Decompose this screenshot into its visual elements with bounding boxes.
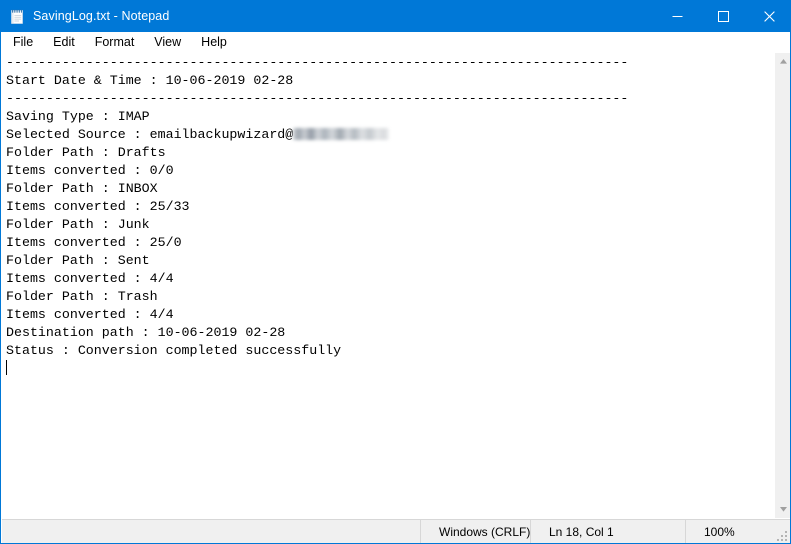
editor-line: Start Date & Time : 10-06-2019 02-28 — [6, 73, 294, 88]
status-cursor-position: Ln 18, Col 1 — [530, 520, 685, 543]
scroll-up-arrow-icon[interactable] — [775, 53, 790, 70]
menu-item-view[interactable]: View — [145, 33, 190, 53]
text-caret — [6, 360, 7, 375]
editor-line: Folder Path : INBOX — [6, 181, 158, 196]
editor-line: Items converted : 4/4 — [6, 271, 174, 286]
menu-bar: File Edit Format View Help — [2, 32, 790, 53]
menu-item-file[interactable]: File — [4, 33, 42, 53]
close-button[interactable] — [746, 1, 790, 32]
editor-line: Folder Path : Drafts — [6, 145, 166, 160]
editor-line: Destination path : 10-06-2019 02-28 — [6, 325, 286, 340]
editor-line: Items converted : 0/0 — [6, 163, 174, 178]
editor-line: Items converted : 25/0 — [6, 235, 182, 250]
vertical-scrollbar[interactable] — [774, 53, 790, 518]
editor-line: Folder Path : Trash — [6, 289, 158, 304]
editor-area: ----------------------------------------… — [2, 53, 790, 518]
editor-line: Saving Type : IMAP — [6, 109, 150, 124]
text-editor[interactable]: ----------------------------------------… — [2, 53, 772, 518]
editor-line: Items converted : 4/4 — [6, 307, 174, 322]
notepad-window: SavingLog.txt - Notepad File Edit Format… — [0, 0, 791, 544]
status-bar-spacer — [2, 520, 420, 543]
maximize-icon — [717, 11, 729, 22]
status-bar: Windows (CRLF) Ln 18, Col 1 100% — [2, 519, 790, 543]
scroll-down-arrow-icon[interactable] — [775, 501, 790, 518]
editor-line: Folder Path : Sent — [6, 253, 150, 268]
menu-item-format[interactable]: Format — [86, 33, 144, 53]
minimize-icon — [672, 16, 682, 17]
status-encoding: Windows (CRLF) — [420, 520, 530, 543]
editor-line: ----------------------------------------… — [6, 91, 629, 106]
title-bar[interactable]: SavingLog.txt - Notepad — [1, 1, 790, 32]
blurred-email-domain — [293, 128, 390, 140]
resize-grip-icon[interactable] — [776, 529, 788, 541]
editor-line: Status : Conversion completed successful… — [6, 343, 342, 358]
notepad-icon — [9, 9, 25, 25]
maximize-button[interactable] — [700, 1, 746, 32]
editor-line: Items converted : 25/33 — [6, 199, 190, 214]
minimize-button[interactable] — [654, 1, 700, 32]
menu-item-help[interactable]: Help — [192, 33, 236, 53]
editor-line: Selected Source : emailbackupwizard@ — [6, 126, 772, 144]
editor-line: Folder Path : Junk — [6, 217, 150, 232]
scrollbar-thumb[interactable] — [775, 70, 790, 501]
menu-item-edit[interactable]: Edit — [44, 33, 84, 53]
editor-line: ----------------------------------------… — [6, 55, 629, 70]
window-title: SavingLog.txt - Notepad — [33, 9, 170, 23]
editor-caret-line — [6, 360, 772, 378]
close-icon — [763, 11, 775, 22]
